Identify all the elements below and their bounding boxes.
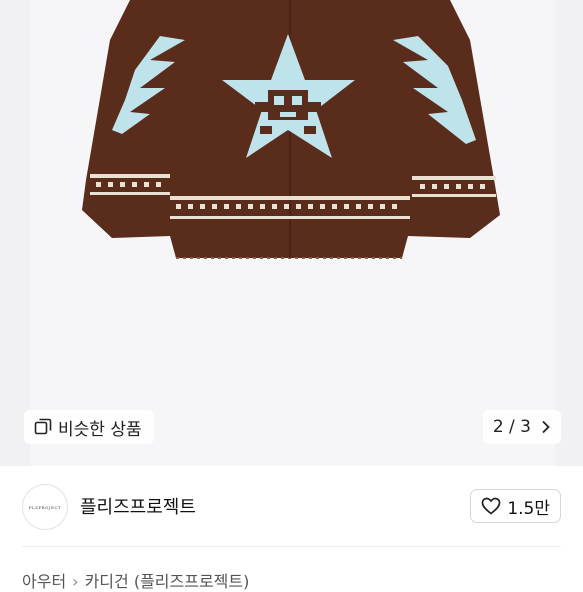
seller-name[interactable]: 플리즈프로젝트 — [80, 493, 196, 519]
like-button[interactable]: 1.5만 — [470, 489, 561, 523]
seller-avatar-text: PLZPROJECT — [28, 504, 62, 510]
heart-outline-icon — [481, 497, 501, 515]
image-page-indicator[interactable]: 2 / 3 — [482, 410, 561, 444]
seller-avatar[interactable]: PLZPROJECT — [22, 484, 68, 530]
similar-items-button[interactable]: 비슷한 상품 — [24, 410, 154, 444]
product-photo — [82, 0, 500, 259]
breadcrumb: 아우터 › 카디건 (플리즈프로젝트) — [22, 568, 249, 592]
product-image-viewer[interactable]: 비슷한 상품 2 / 3 — [0, 0, 583, 466]
section-divider — [22, 546, 561, 547]
chevron-right-icon — [542, 420, 550, 434]
like-count: 1.5만 — [507, 498, 550, 519]
similar-items-label: 비슷한 상품 — [58, 419, 142, 440]
breadcrumb-separator: › — [72, 572, 79, 591]
copy-icon — [34, 418, 52, 435]
breadcrumb-item-outer[interactable]: 아우터 — [22, 572, 66, 591]
breadcrumb-item-cardigan[interactable]: 카디건 (플리즈프로젝트) — [85, 572, 250, 591]
page-counter: 2 / 3 — [492, 417, 531, 437]
